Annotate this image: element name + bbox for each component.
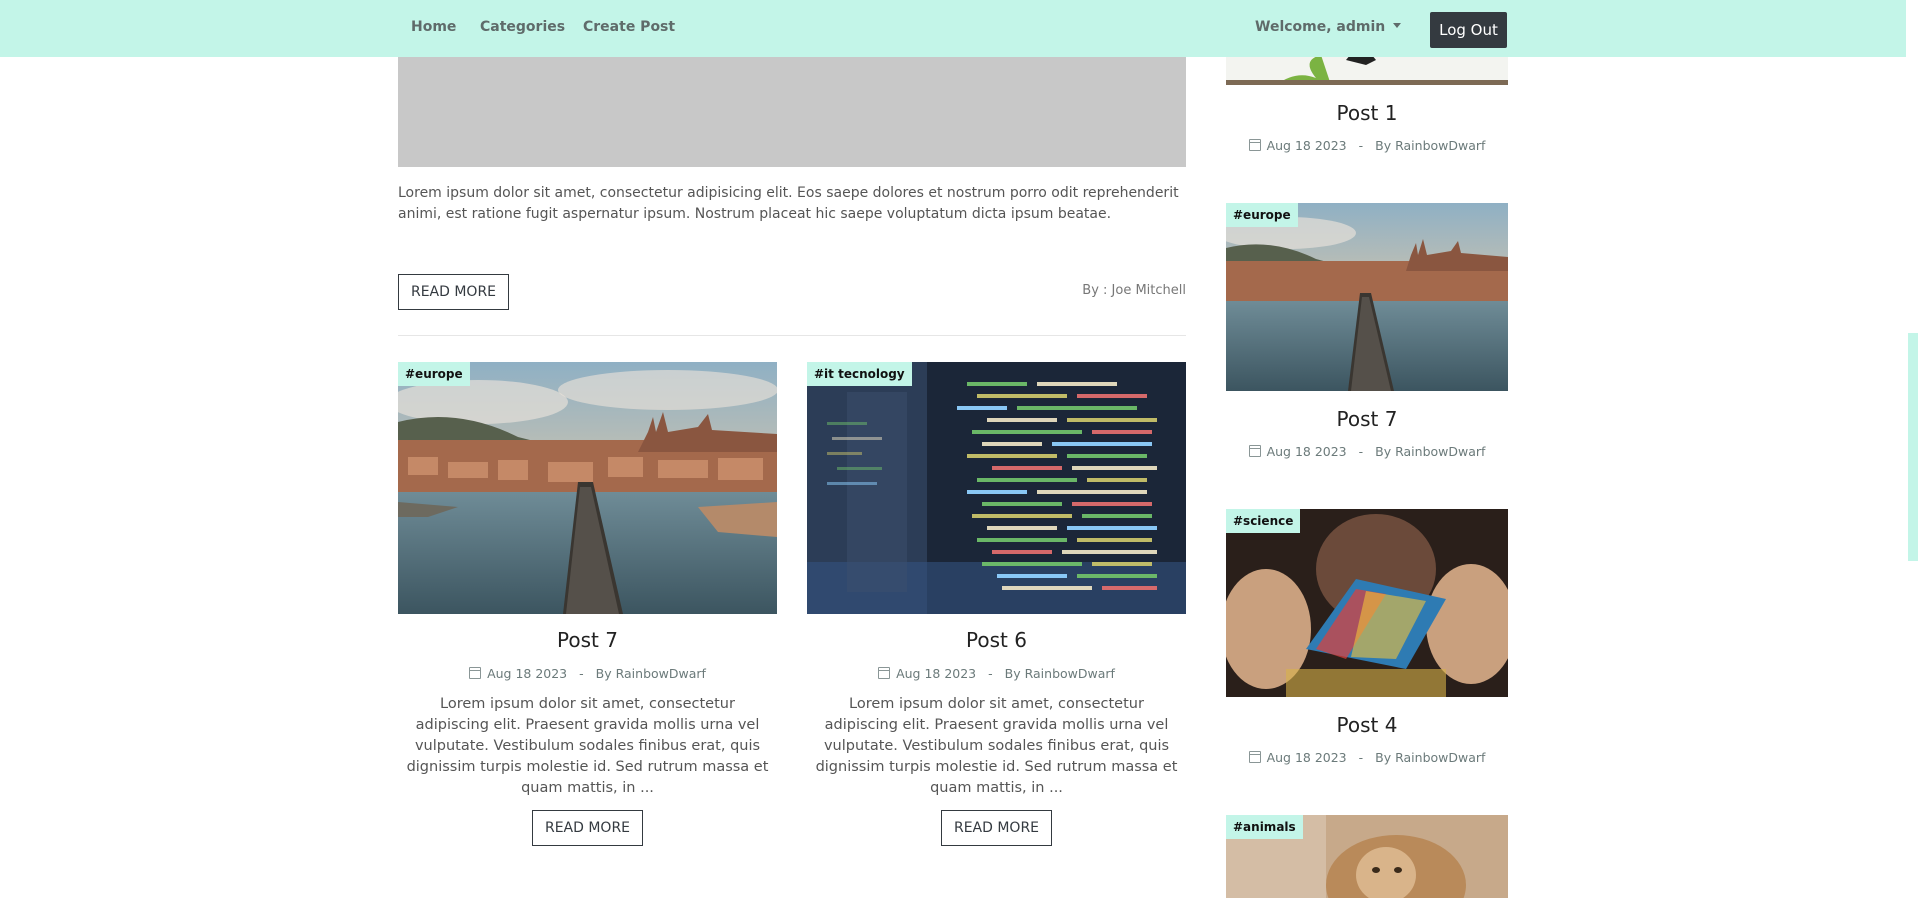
sidebar-post-meta: Aug 18 2023- By RainbowDwarf <box>1226 444 1508 459</box>
post-read-more-button[interactable]: READ MORE <box>941 810 1052 846</box>
top-navbar: Home Categories Create Post Welcome, adm… <box>0 0 1906 57</box>
sidebar-post-image-prague[interactable]: #europe <box>1226 203 1508 391</box>
meta-separator: - <box>579 666 584 681</box>
sidebar-post-title[interactable]: Post 1 <box>1226 101 1508 125</box>
nav-create-post-link[interactable]: Create Post <box>583 19 675 35</box>
post-read-more-button[interactable]: READ MORE <box>532 810 643 846</box>
sidebar-post-image-science[interactable]: #science <box>1226 509 1508 697</box>
user-dropdown-toggle[interactable]: Welcome, admin <box>1255 19 1402 35</box>
page-scrollbar-thumb[interactable] <box>1908 333 1918 561</box>
calendar-icon <box>1248 139 1261 151</box>
post-card-excerpt: Lorem ipsum dolor sit amet, consectetur … <box>406 696 769 796</box>
post-date: Aug 18 2023 <box>487 666 568 681</box>
featured-post-excerpt: Lorem ipsum dolor sit amet, consectetur … <box>398 185 1179 222</box>
post-card-meta: Aug 18 2023- By RainbowDwarf <box>807 666 1186 681</box>
logout-button[interactable]: Log Out <box>1430 12 1507 48</box>
post-card-title[interactable]: Post 6 <box>807 628 1186 652</box>
calendar-icon <box>469 667 482 679</box>
calendar-icon <box>878 667 891 679</box>
featured-read-more-button[interactable]: READ MORE <box>398 274 509 310</box>
post-card-image-prague[interactable]: #europe <box>398 362 777 614</box>
post-tag[interactable]: #it tecnology <box>807 362 912 386</box>
sidebar-post-tag[interactable]: #animals <box>1226 815 1303 839</box>
post-author: By RainbowDwarf <box>1004 666 1115 681</box>
meta-separator: - <box>1358 750 1364 765</box>
post-card-excerpt: Lorem ipsum dolor sit amet, consectetur … <box>815 696 1178 796</box>
sidebar-post-author: By RainbowDwarf <box>1375 138 1486 153</box>
sidebar-post-tag[interactable]: #science <box>1226 509 1301 533</box>
post-card-meta: Aug 18 2023- By RainbowDwarf <box>398 666 777 681</box>
meta-separator: - <box>1358 444 1364 459</box>
post-date: Aug 18 2023 <box>896 666 977 681</box>
post-author: By RainbowDwarf <box>595 666 706 681</box>
nav-categories-link[interactable]: Categories <box>480 19 565 35</box>
welcome-label: Welcome, admin <box>1255 19 1386 35</box>
sidebar-post-image-animals[interactable]: #animals <box>1226 815 1508 898</box>
sidebar-post-author: By RainbowDwarf <box>1375 750 1486 765</box>
sidebar-post-date: Aug 18 2023 <box>1266 138 1347 153</box>
nav-home-link[interactable]: Home <box>411 19 456 35</box>
sidebar-post-title[interactable]: Post 4 <box>1226 713 1508 737</box>
sidebar-post-date: Aug 18 2023 <box>1266 444 1347 459</box>
sidebar-post-date: Aug 18 2023 <box>1266 750 1347 765</box>
post-tag[interactable]: #europe <box>398 362 470 386</box>
calendar-icon <box>1248 751 1261 763</box>
sidebar-post-tag[interactable]: #europe <box>1226 203 1298 227</box>
post-card-title[interactable]: Post 7 <box>398 628 777 652</box>
calendar-icon <box>1248 445 1261 457</box>
meta-separator: - <box>1358 138 1364 153</box>
sidebar-post-author: By RainbowDwarf <box>1375 444 1486 459</box>
sidebar-post-title[interactable]: Post 7 <box>1226 407 1508 431</box>
sidebar-post-meta: Aug 18 2023- By RainbowDwarf <box>1226 750 1508 765</box>
sidebar-post-meta: Aug 18 2023- By RainbowDwarf <box>1226 138 1508 153</box>
section-divider <box>398 335 1186 336</box>
meta-separator: - <box>988 666 993 681</box>
post-card-image-code[interactable]: #it tecnology <box>807 362 1186 614</box>
featured-post-author: By : Joe Mitchell <box>1082 283 1186 298</box>
caret-down-icon <box>1393 23 1402 28</box>
